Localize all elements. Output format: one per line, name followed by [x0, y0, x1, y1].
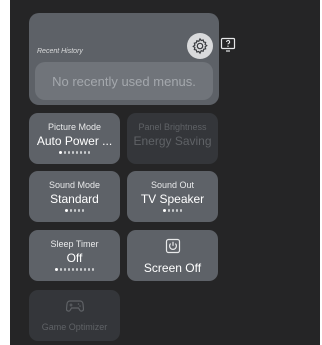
- help-button[interactable]: [220, 37, 236, 53]
- recent-history-card[interactable]: Recent History No recently used menus.: [29, 13, 236, 105]
- page-indicator-dot: [58, 150, 63, 154]
- page-indicator-dot: [67, 268, 71, 271]
- page-indicator-dot: [79, 151, 83, 154]
- picture-mode-dots: [29, 150, 120, 155]
- page-indicator-dot: [87, 151, 91, 154]
- page-indicator-dot: [175, 209, 179, 212]
- panel-brightness-value: Energy Saving: [133, 134, 212, 148]
- panel-brightness-tile: Panel Brightness Energy Saving: [127, 113, 218, 164]
- page-indicator-dot: [67, 151, 71, 154]
- page-indicator-dot: [167, 209, 171, 212]
- sound-mode-tile[interactable]: Sound Mode Standard: [29, 171, 120, 222]
- page-indicator-dot: [63, 268, 67, 271]
- page-indicator-dot: [179, 209, 183, 212]
- picture-mode-label: Picture Mode: [47, 122, 102, 132]
- screen-off-icon-wrap: [127, 238, 218, 254]
- gear-icon: [192, 37, 208, 55]
- sleep-timer-dots: [29, 267, 120, 272]
- page-indicator-dot: [81, 209, 85, 212]
- recent-history-empty-message: No recently used menus.: [52, 74, 196, 89]
- recent-history-title: Recent History: [37, 48, 83, 55]
- sound-out-tile[interactable]: Sound Out TV Speaker: [127, 171, 218, 222]
- page-indicator-dot: [83, 151, 87, 154]
- sleep-timer-label: Sleep Timer: [50, 239, 99, 249]
- sound-out-value: TV Speaker: [140, 192, 205, 206]
- page-indicator-dot: [83, 268, 87, 271]
- screen-off-tile[interactable]: Screen Off: [127, 230, 218, 281]
- game-optimizer-label: Game Optimizer: [41, 322, 108, 332]
- help-icon: [220, 37, 236, 52]
- page-indicator-dot: [71, 268, 75, 271]
- page-indicator-dot: [77, 209, 81, 212]
- game-optimizer-icon-wrap: [29, 299, 120, 313]
- sound-mode-value: Standard: [50, 192, 99, 206]
- power-icon: [165, 238, 180, 254]
- page-indicator-dot: [59, 268, 63, 271]
- page-indicator-dot: [75, 151, 79, 154]
- page-indicator-dot: [162, 208, 167, 212]
- panel-brightness-label: Panel Brightness: [138, 122, 207, 132]
- sleep-timer-tile[interactable]: Sleep Timer Off: [29, 230, 120, 281]
- picture-mode-tile[interactable]: Picture Mode Auto Power ...: [29, 113, 120, 164]
- gamepad-icon: [65, 300, 84, 312]
- sleep-timer-value: Off: [66, 251, 83, 265]
- page-indicator-dot: [79, 268, 83, 271]
- page-indicator-dot: [54, 267, 59, 271]
- page-indicator-dot: [64, 208, 69, 212]
- page-indicator-dot: [75, 268, 79, 271]
- sound-out-dots: [127, 208, 218, 213]
- page-indicator-dot: [69, 209, 73, 212]
- sound-out-label: Sound Out: [150, 180, 195, 190]
- picture-mode-value: Auto Power ...: [36, 134, 113, 148]
- sound-mode-dots: [29, 208, 120, 213]
- page-indicator-dot: [71, 151, 75, 154]
- settings-button[interactable]: [187, 33, 213, 59]
- screen-off-label: Screen Off: [143, 261, 202, 275]
- page-indicator-dot: [87, 268, 91, 271]
- page-indicator-dot: [91, 268, 95, 271]
- page-indicator-dot: [73, 209, 77, 212]
- game-optimizer-tile: Game Optimizer: [29, 290, 120, 341]
- recent-history-empty-box: No recently used menus.: [35, 62, 213, 100]
- sound-mode-label: Sound Mode: [48, 180, 101, 190]
- page-indicator-dot: [63, 151, 67, 154]
- page-indicator-dot: [171, 209, 175, 212]
